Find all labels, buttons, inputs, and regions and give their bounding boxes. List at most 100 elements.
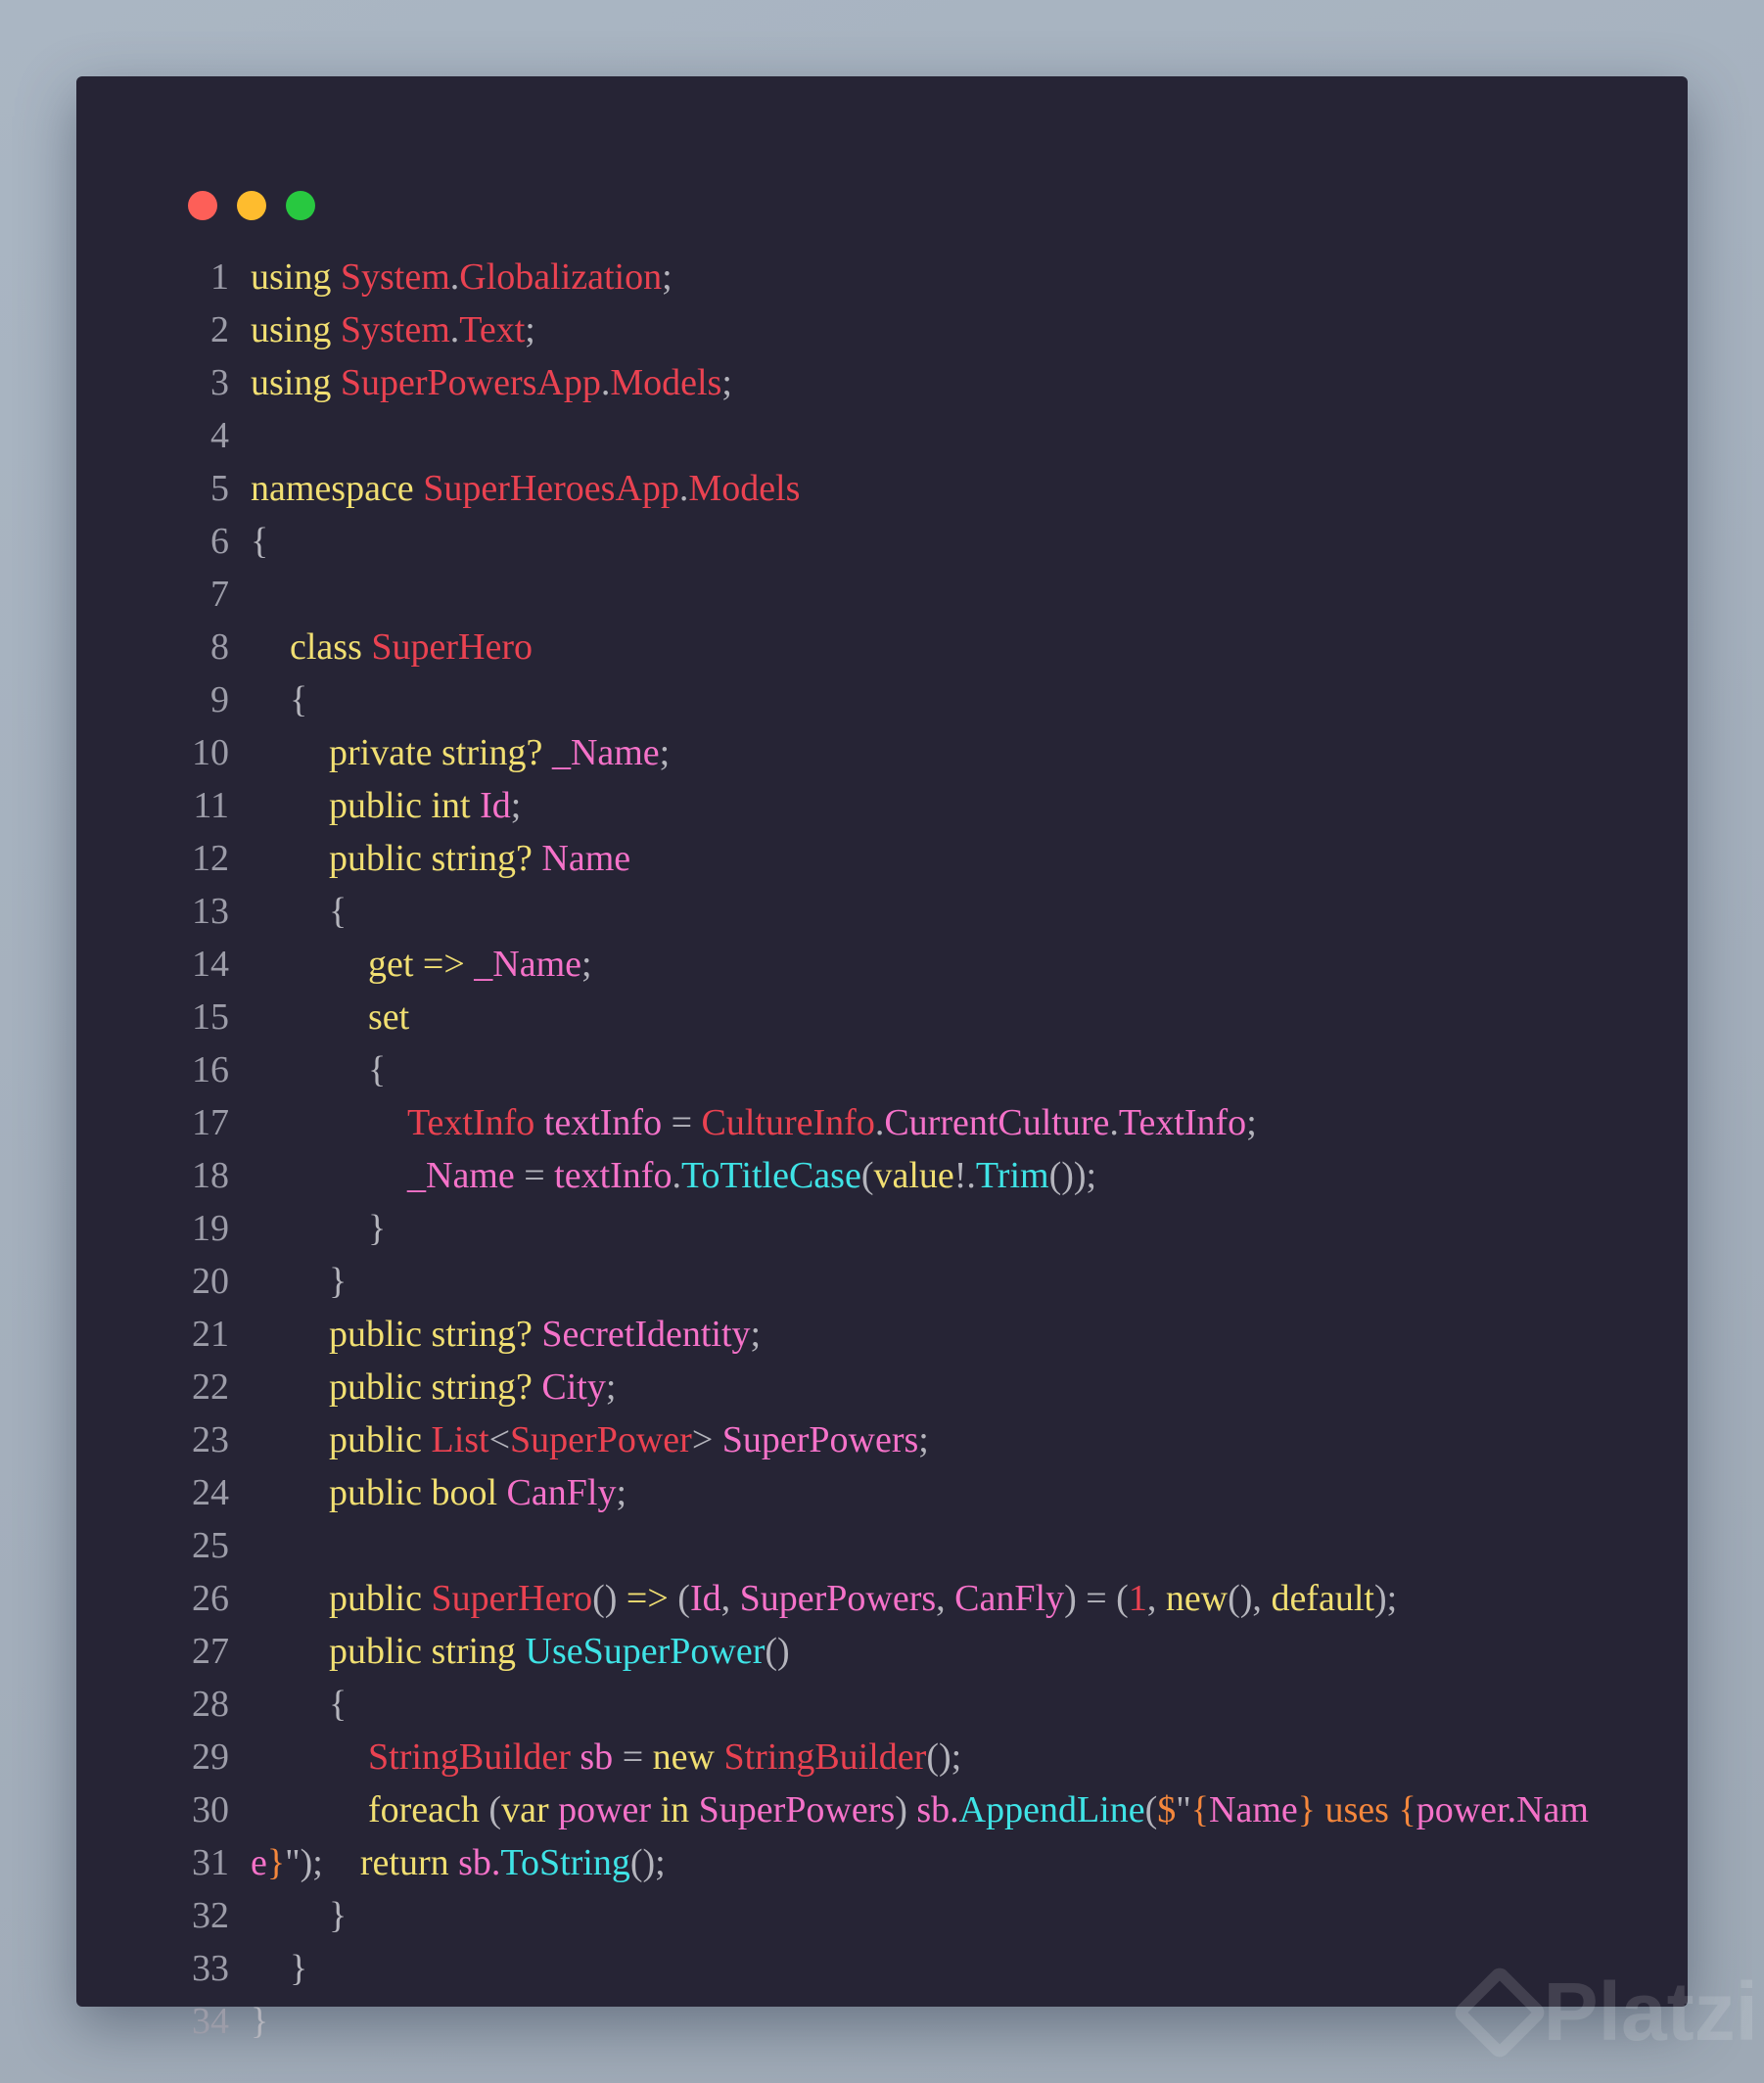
code-token: ,	[936, 1578, 955, 1619]
code-token: ;	[918, 1419, 929, 1460]
code-token: .	[449, 256, 460, 298]
line-number: 8	[210, 626, 229, 668]
line-number: 6	[210, 521, 229, 562]
line-number: 19	[192, 1208, 229, 1249]
code-line: 3 using SuperPowersApp.Models;	[174, 356, 1589, 409]
code-window: 1 using System.Globalization; 2 using Syste…	[76, 76, 1688, 2042]
code-token: >	[691, 1419, 722, 1460]
code-line: 13 {	[174, 885, 1589, 938]
maximize-button[interactable]	[286, 191, 315, 220]
code-token: using	[251, 309, 341, 350]
code-token: TextInfo	[1118, 1102, 1247, 1143]
code-block: 1 using System.Globalization; 2 using Syste…	[174, 251, 1589, 2048]
code-line: 26 public SuperHero() => (Id, SuperPowers…	[174, 1572, 1589, 1625]
code-token: (	[1144, 1789, 1158, 1830]
code-token: ());	[1048, 1155, 1097, 1196]
code-token: SuperPowers	[739, 1578, 937, 1619]
code-token: =>	[626, 1578, 678, 1619]
code-token: StringBuilder	[368, 1736, 571, 1778]
code-line: 22 public string? City;	[174, 1361, 1589, 1413]
code-token: public	[329, 1419, 432, 1460]
code-token: {	[329, 1684, 348, 1725]
code-token: Id	[689, 1578, 721, 1619]
code-line: 17 TextInfo textInfo = CultureInfo.Curren…	[174, 1096, 1589, 1149]
code-token: public string?	[329, 838, 542, 879]
code-token: set	[368, 996, 410, 1038]
code-token: public string?	[329, 1366, 542, 1408]
code-token: SuperPowers	[698, 1789, 896, 1830]
line-number: 33	[192, 1948, 229, 1989]
code-token: .	[678, 468, 689, 509]
code-token: )	[895, 1789, 917, 1830]
line-source: public string? City;	[251, 1361, 616, 1413]
code-token: (	[860, 1155, 874, 1196]
code-token: using	[251, 362, 341, 403]
code-token: $	[1157, 1789, 1177, 1830]
code-token: ;	[1246, 1102, 1257, 1143]
code-line: 8 class SuperHero	[174, 621, 1589, 673]
code-token: public bool	[329, 1472, 507, 1513]
code-token: textInfo	[554, 1155, 673, 1196]
code-token: ");	[285, 1842, 360, 1883]
code-token: }	[1297, 1789, 1316, 1830]
code-token: Globalization	[459, 256, 663, 298]
code-line: 30 foreach (var power in SuperPowers) sb.…	[174, 1783, 1589, 1836]
code-token: System	[340, 309, 450, 350]
code-token: SuperPowers	[721, 1419, 919, 1460]
line-source: using System.Text;	[251, 303, 535, 356]
code-token: ;	[750, 1314, 762, 1355]
code-token: =	[671, 1102, 702, 1143]
code-token: return	[359, 1842, 459, 1883]
code-token: sb	[570, 1736, 623, 1778]
line-number: 31	[192, 1842, 229, 1883]
code-line: 6{	[174, 515, 1589, 568]
line-number: 5	[210, 468, 229, 509]
code-line: 2 using System.Text;	[174, 303, 1589, 356]
line-source: }	[251, 1942, 307, 1995]
close-button[interactable]	[188, 191, 217, 220]
code-line: 34}	[174, 1995, 1589, 2048]
line-source: }	[251, 1995, 268, 2048]
watermark-text: Platzi	[1543, 1966, 1758, 2058]
line-source: {	[251, 885, 347, 938]
line-source: public List<SuperPower> SuperPowers;	[251, 1413, 929, 1466]
line-number: 10	[192, 732, 229, 773]
line-source: public string UseSuperPower()	[251, 1625, 790, 1678]
code-token: 1	[1128, 1578, 1147, 1619]
line-number: 24	[192, 1472, 229, 1513]
code-token: power	[558, 1789, 661, 1830]
line-source: {	[251, 1678, 347, 1731]
platzi-logo-icon	[1451, 1964, 1549, 2060]
code-token: ;	[721, 362, 732, 403]
code-line: 23 public List<SuperPower> SuperPowers;	[174, 1413, 1589, 1466]
code-token: {	[329, 891, 348, 932]
code-token: {	[290, 679, 308, 720]
line-source: public string? SecretIdentity;	[251, 1308, 761, 1361]
line-source: public string? Name	[251, 832, 630, 885]
code-token: System	[340, 256, 450, 298]
code-token: ;	[616, 1472, 627, 1513]
code-line: 29 StringBuilder sb = new StringBuilder()…	[174, 1731, 1589, 1783]
code-token: TextInfo	[407, 1102, 535, 1143]
code-token: class	[290, 626, 372, 668]
code-token: CurrentCulture	[884, 1102, 1110, 1143]
code-token: ();	[629, 1842, 666, 1883]
line-number: 12	[192, 838, 229, 879]
code-token: private string?	[329, 732, 552, 773]
minimize-button[interactable]	[237, 191, 266, 220]
line-source: get => _Name;	[251, 938, 592, 991]
code-token: using	[251, 256, 341, 298]
code-token: }	[251, 2001, 269, 2042]
line-number: 14	[192, 944, 229, 985]
code-token: }	[329, 1261, 348, 1302]
code-token: new	[652, 1736, 724, 1778]
line-source: }	[251, 1202, 386, 1255]
code-token: Models	[688, 468, 801, 509]
code-token: SuperHero	[371, 626, 533, 668]
code-token: (),	[1228, 1578, 1272, 1619]
code-token: StringBuilder	[723, 1736, 927, 1778]
code-line: 5 namespace SuperHeroesApp.Models	[174, 462, 1589, 515]
code-token: ;	[581, 944, 592, 985]
code-token: }	[368, 1208, 387, 1249]
code-line: 7	[174, 568, 1589, 621]
